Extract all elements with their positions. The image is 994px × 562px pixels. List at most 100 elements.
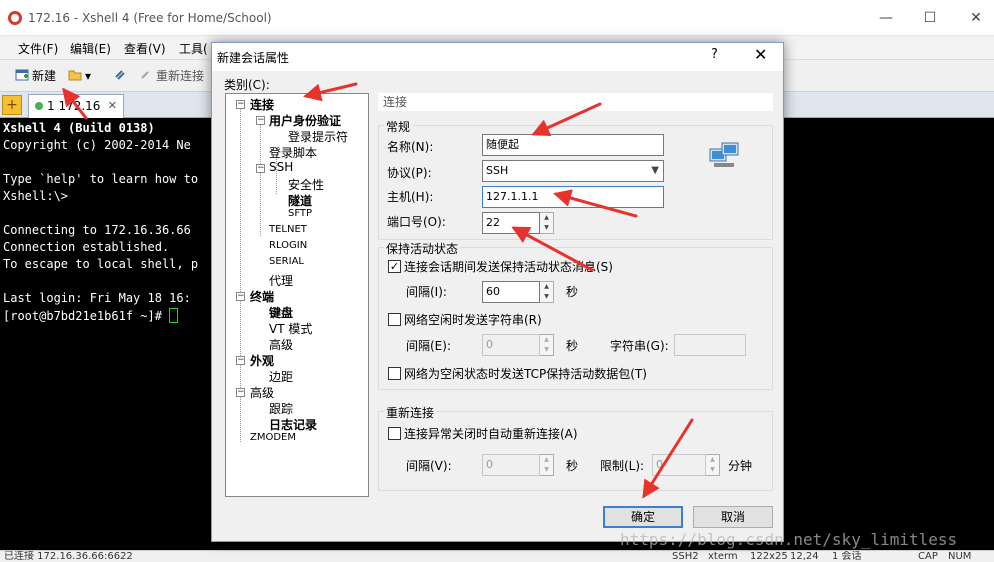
- status-num: NUM: [948, 551, 972, 562]
- tree-item-authentication[interactable]: 用户身份验证: [269, 112, 341, 129]
- expand-appearance-icon[interactable]: −: [236, 356, 245, 365]
- tree-item-tunneling[interactable]: 隧道: [288, 192, 312, 209]
- tree-item-appearance[interactable]: 外观: [250, 352, 274, 369]
- tree-item-margins[interactable]: 边距: [269, 368, 293, 385]
- port-field[interactable]: 22: [482, 212, 540, 234]
- expand-connection-icon[interactable]: −: [236, 100, 245, 109]
- expand-terminal-icon[interactable]: −: [236, 292, 245, 301]
- protocol-select[interactable]: SSH ▼: [482, 160, 664, 182]
- expand-advanced-icon[interactable]: −: [236, 388, 245, 397]
- status-cap: CAP: [918, 551, 938, 562]
- tree-item-zmodem[interactable]: ZMODEM: [250, 432, 296, 443]
- menu-file[interactable]: 文件(F): [18, 40, 58, 57]
- string-interval-stepper[interactable]: ▲ ▼: [540, 334, 554, 356]
- send-string-checkbox[interactable]: [388, 313, 401, 326]
- dialog-titlebar: 新建会话属性 ? ✕: [212, 43, 783, 71]
- reconnect-limit-field[interactable]: 0: [652, 454, 706, 476]
- keepalive-interval-stepper[interactable]: ▲ ▼: [540, 281, 554, 303]
- menu-tools[interactable]: 工具(: [179, 40, 208, 57]
- string-label: 字符串(G):: [610, 339, 669, 353]
- window-titlebar: 172.16 - Xshell 4 (Free for Home/School)…: [0, 0, 994, 36]
- auto-reconnect-checkbox[interactable]: [388, 427, 401, 440]
- terminal-prompt-line: [root@b7bd21e1b61f ~]#: [3, 308, 179, 323]
- reconnect-limit-stepper[interactable]: ▲ ▼: [706, 454, 720, 476]
- tree-item-connection[interactable]: 连接: [250, 96, 274, 113]
- string-interval-field[interactable]: 0: [482, 334, 540, 356]
- add-tab-button[interactable]: +: [2, 95, 22, 115]
- tcp-keepalive-label: 网络为空闲状态时发送TCP保持活动数据包(T): [404, 367, 647, 381]
- menu-edit[interactable]: 编辑(E): [70, 40, 111, 57]
- status-position: 12,24: [790, 551, 819, 562]
- protocol-value: SSH: [486, 164, 509, 177]
- seconds-label: 秒: [566, 285, 579, 299]
- close-tab-icon[interactable]: ✕: [108, 95, 117, 117]
- new-session-properties-dialog: 新建会话属性 ? ✕ 类别(C): − 连接 − 用户身份验证 登录提示符 登录…: [211, 42, 784, 542]
- panel-header: 连接: [378, 93, 773, 111]
- keepalive-interval-field[interactable]: 60: [482, 281, 540, 303]
- maximize-button[interactable]: ☐: [920, 8, 940, 28]
- tree-item-serial[interactable]: SERIAL: [269, 256, 304, 267]
- tree-item-login-scripts[interactable]: 登录脚本: [269, 144, 317, 161]
- terminal-prompt: [root@b7bd21e1b61f ~]#: [3, 309, 170, 323]
- terminal-cursor: [169, 308, 179, 323]
- tree-item-logging[interactable]: 日志记录: [269, 416, 317, 433]
- expand-auth-icon[interactable]: −: [256, 116, 265, 125]
- help-button[interactable]: ?: [711, 47, 718, 62]
- link-button[interactable]: [113, 66, 130, 86]
- tcp-keepalive-checkbox[interactable]: [388, 367, 401, 380]
- connected-status-icon: [35, 102, 43, 110]
- seconds-label: 秒: [566, 459, 579, 473]
- port-stepper[interactable]: ▲ ▼: [540, 212, 554, 234]
- tree-item-login-prompts[interactable]: 登录提示符: [288, 128, 348, 145]
- string-field[interactable]: [674, 334, 746, 356]
- xshell-logo-icon: [8, 11, 22, 25]
- reconnect-group: [378, 411, 773, 491]
- status-protocol: SSH2: [672, 551, 699, 562]
- tree-item-security[interactable]: 安全性: [288, 176, 324, 193]
- tree-item-terminal[interactable]: 终端: [250, 288, 274, 305]
- terminal-line: Xshell 4 (Build 0138): [3, 121, 155, 135]
- reconnect-interval-stepper[interactable]: ▲ ▼: [540, 454, 554, 476]
- send-keepalive-label: 连接会话期间发送保持活动状态消息(S): [404, 260, 613, 274]
- terminal-line: Type `help' to learn how to: [3, 172, 199, 186]
- status-term: xterm: [708, 551, 738, 562]
- close-window-button[interactable]: ✕: [966, 8, 986, 28]
- open-folder-button[interactable]: ▾: [68, 66, 91, 86]
- tree-item-vt-modes[interactable]: VT 模式: [269, 320, 312, 337]
- new-session-button[interactable]: 新建: [15, 66, 56, 86]
- folder-dropdown-caret: ▾: [85, 69, 92, 83]
- minutes-label: 分钟: [728, 459, 753, 473]
- reconnect-button[interactable]: 重新连接: [139, 66, 204, 86]
- name-field[interactable]: 随便起: [482, 134, 664, 156]
- menu-view[interactable]: 查看(V): [124, 40, 166, 57]
- watermark: https://blog.csdn.net/sky_limitless: [620, 530, 958, 549]
- seconds-label: 秒: [566, 339, 579, 353]
- category-tree: − 连接 − 用户身份验证 登录提示符 登录脚本 − SSH 安全性 隧道 SF…: [225, 93, 369, 497]
- port-label: 端口号(O):: [387, 215, 446, 229]
- tree-item-trace[interactable]: 跟踪: [269, 400, 293, 417]
- host-field[interactable]: 127.1.1.1: [482, 186, 664, 208]
- session-tab[interactable]: 1 172.16 ✕: [28, 94, 124, 118]
- minimize-button[interactable]: —: [876, 8, 896, 28]
- tree-item-sftp[interactable]: SFTP: [288, 208, 312, 219]
- tree-item-telnet[interactable]: TELNET: [269, 224, 307, 235]
- tree-item-advanced[interactable]: 高级: [250, 384, 274, 401]
- status-size: 122x25: [750, 551, 788, 562]
- tree-item-terminal-advanced[interactable]: 高级: [269, 336, 293, 353]
- string-interval-label: 间隔(E):: [406, 339, 451, 353]
- terminal-line: Last login: Fri May 18 16:: [3, 291, 191, 305]
- expand-ssh-icon[interactable]: −: [256, 164, 265, 173]
- ok-button[interactable]: 确定: [603, 506, 683, 528]
- tree-connector: [260, 124, 261, 236]
- send-keepalive-checkbox[interactable]: ✓: [388, 260, 401, 273]
- tree-item-ssh[interactable]: SSH: [269, 160, 293, 174]
- reconnect-interval-label: 间隔(V):: [406, 459, 452, 473]
- dialog-close-button[interactable]: ✕: [754, 45, 767, 64]
- cancel-button[interactable]: 取消: [693, 506, 773, 528]
- tree-item-keyboard[interactable]: 键盘: [269, 304, 293, 321]
- reconnect-label: 重新连接: [156, 69, 205, 83]
- status-connection: 已连接 172.16.36.66:6622: [4, 551, 133, 562]
- tree-item-rlogin[interactable]: RLOGIN: [269, 240, 307, 251]
- tree-item-proxy[interactable]: 代理: [269, 272, 293, 289]
- reconnect-interval-field[interactable]: 0: [482, 454, 540, 476]
